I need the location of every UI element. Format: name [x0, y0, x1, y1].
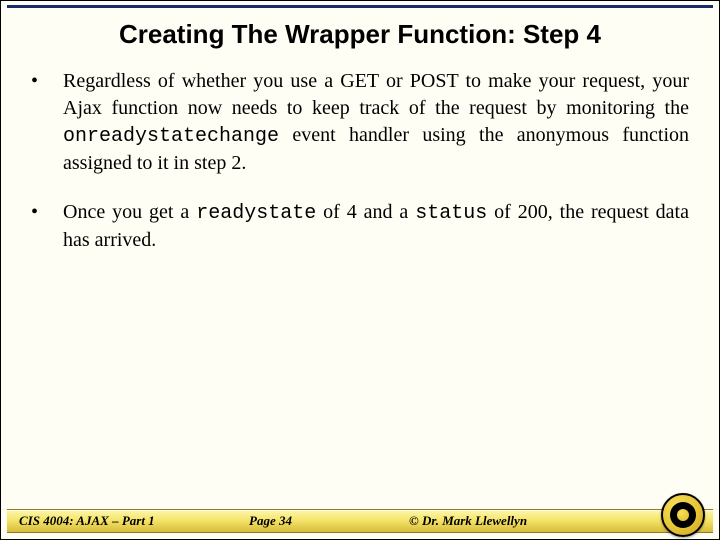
logo-dot [677, 509, 689, 521]
code-run: readystate [196, 202, 316, 225]
ucf-logo-icon [661, 493, 705, 537]
bullet-item: • Regardless of whether you use a GET or… [31, 68, 689, 177]
footer-page: Page 34 [249, 513, 292, 529]
bullet-item: • Once you get a readystate of 4 and a s… [31, 199, 689, 254]
code-run: onreadystatechange [63, 125, 279, 148]
code-run: status [415, 202, 487, 225]
top-rule [7, 5, 713, 8]
bullet-marker: • [31, 199, 63, 254]
logo-ring [661, 493, 705, 537]
page-label: Page [249, 513, 276, 528]
footer-course: CIS 4004: AJAX – Part 1 [19, 513, 155, 529]
text-run: Once you get a [63, 201, 196, 223]
page-number: 34 [279, 513, 292, 528]
bullet-text: Once you get a readystate of 4 and a sta… [63, 199, 689, 254]
footer-copyright: © Dr. Mark Llewellyn [409, 513, 527, 529]
footer: CIS 4004: AJAX – Part 1 Page 34 © Dr. Ma… [1, 503, 719, 539]
bullet-marker: • [31, 68, 63, 177]
bullet-text: Regardless of whether you use a GET or P… [63, 68, 689, 177]
text-run: Regardless of whether you use a GET or P… [63, 70, 689, 119]
slide-content: • Regardless of whether you use a GET or… [1, 60, 719, 254]
slide-title: Creating The Wrapper Function: Step 4 [1, 1, 719, 60]
text-run: of 4 and a [316, 201, 415, 223]
